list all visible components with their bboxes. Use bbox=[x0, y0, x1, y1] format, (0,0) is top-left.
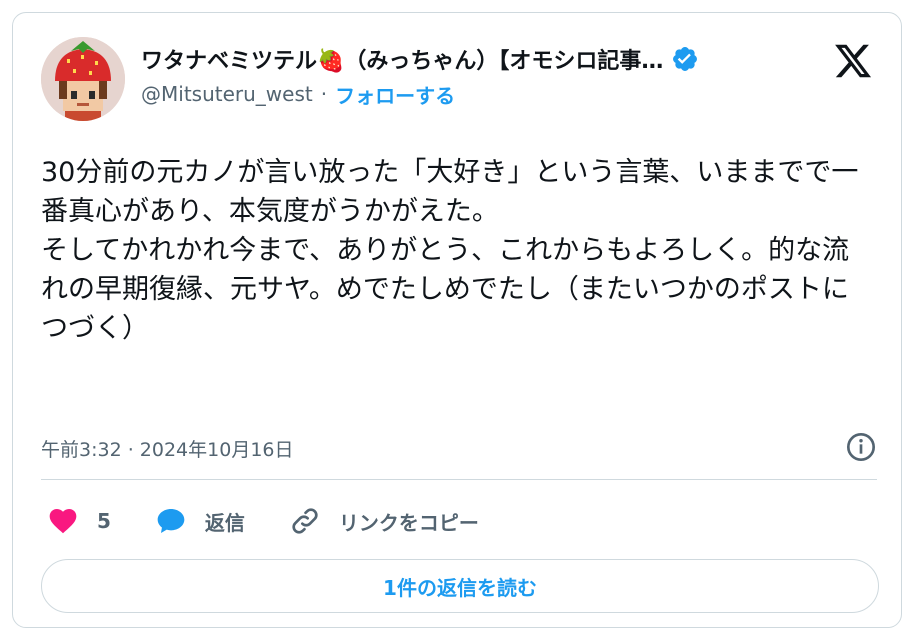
reply-bubble-icon bbox=[157, 509, 185, 533]
author-info: ワタナベミツテル🍓（みっちゃん）【オモシロ記事… @Mitsuteru_west… bbox=[141, 41, 801, 111]
heart-icon bbox=[49, 509, 77, 534]
separator: · bbox=[320, 82, 328, 106]
like-count: 5 bbox=[97, 509, 111, 533]
display-name[interactable]: ワタナベミツテル🍓（みっちゃん）【オモシロ記事… bbox=[141, 43, 663, 75]
read-replies-button[interactable]: 1件の返信を読む bbox=[41, 559, 879, 613]
tweet-card: ワタナベミツテル🍓（みっちゃん）【オモシロ記事… @Mitsuteru_west… bbox=[12, 12, 902, 628]
strawberry-hat-pixel-avatar-icon bbox=[41, 37, 125, 121]
avatar[interactable] bbox=[41, 37, 125, 121]
like-button[interactable]: 5 bbox=[47, 505, 111, 537]
follow-button[interactable]: フォローする bbox=[335, 80, 455, 109]
tweet-text: 30分前の元カノが言い放った「大好き」という言葉、いままでで一番真心があり、本気… bbox=[41, 157, 859, 344]
action-bar: 5 返信 リンクをコピー bbox=[47, 501, 523, 541]
tweet-header: ワタナベミツテル🍓（みっちゃん）【オモシロ記事… @Mitsuteru_west… bbox=[41, 37, 877, 121]
verified-badge-icon bbox=[673, 47, 698, 71]
handle[interactable]: @Mitsuteru_west bbox=[141, 82, 313, 106]
copy-link-label: リンクをコピー bbox=[338, 510, 479, 535]
x-logo-icon[interactable] bbox=[833, 41, 873, 81]
display-name-row: ワタナベミツテル🍓（みっちゃん）【オモシロ記事… bbox=[141, 41, 801, 77]
link-icon bbox=[292, 508, 318, 534]
tweet-meta: 午前3:32 · 2024年10月16日 bbox=[41, 433, 877, 463]
copy-link-button[interactable]: リンクをコピー bbox=[289, 505, 479, 537]
handle-row: @Mitsuteru_west · フォローする bbox=[141, 77, 801, 111]
divider bbox=[41, 479, 877, 480]
timestamp[interactable]: 午前3:32 · 2024年10月16日 bbox=[41, 435, 294, 462]
info-icon[interactable] bbox=[845, 431, 877, 463]
reply-label: 返信 bbox=[204, 510, 245, 535]
reply-button[interactable]: 返信 bbox=[155, 505, 245, 537]
